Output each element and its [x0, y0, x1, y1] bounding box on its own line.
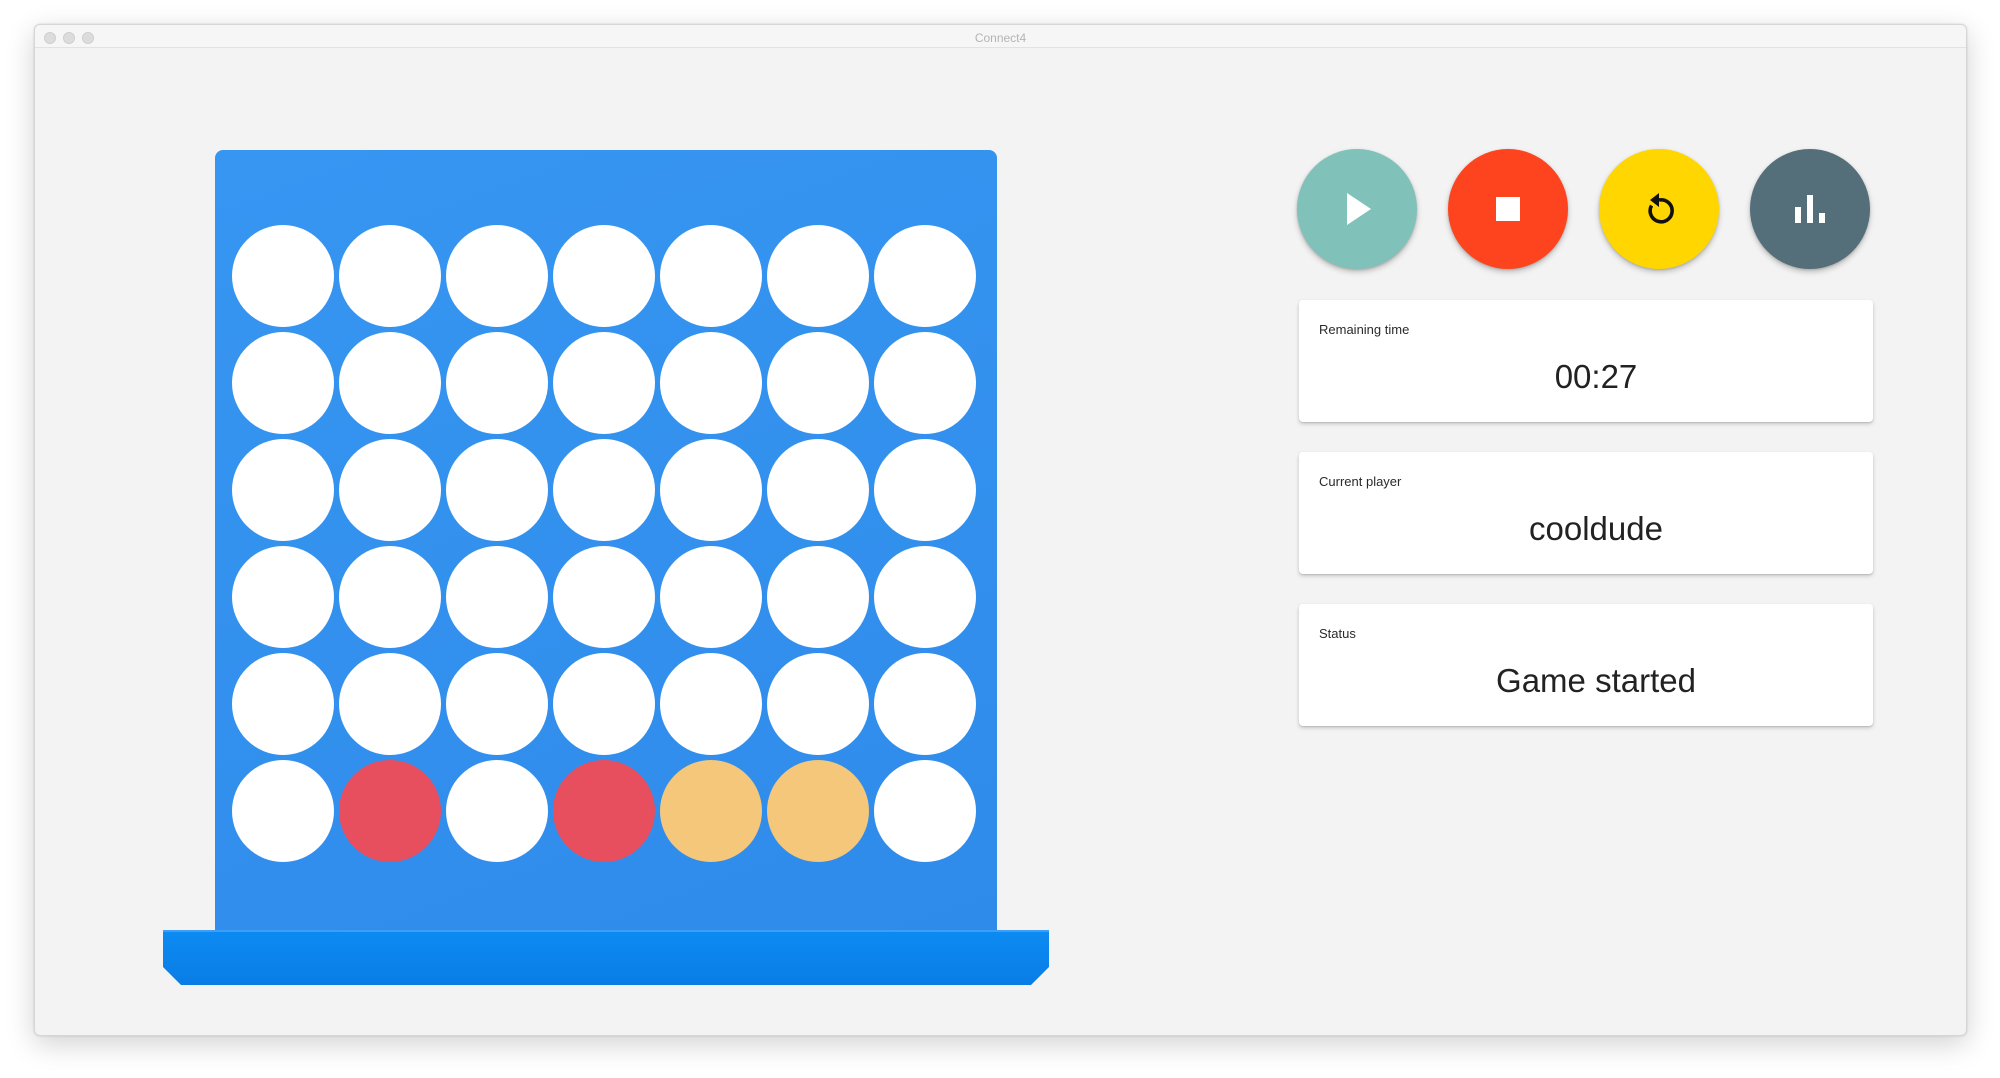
board-cell-empty[interactable] [553, 439, 655, 541]
board-cell-empty[interactable] [874, 439, 976, 541]
play-button[interactable] [1297, 149, 1417, 269]
board-cell-empty[interactable] [767, 653, 869, 755]
board-cell-empty[interactable] [232, 332, 334, 434]
board-cell-empty[interactable] [874, 332, 976, 434]
board-cell-empty[interactable] [660, 332, 762, 434]
board-cell-empty[interactable] [446, 332, 548, 434]
board-cell-empty[interactable] [660, 653, 762, 755]
board-cell-empty[interactable] [232, 439, 334, 541]
board-cell-empty[interactable] [874, 225, 976, 327]
bar-chart-icon [1795, 195, 1825, 223]
board-cell-empty[interactable] [339, 225, 441, 327]
board-cell-empty[interactable] [232, 225, 334, 327]
board-cell-empty[interactable] [660, 546, 762, 648]
play-icon [1347, 193, 1371, 225]
current-player-value: cooldude [1529, 510, 1663, 547]
board-cell-red-disc[interactable] [553, 760, 655, 862]
game-board [215, 150, 997, 932]
board-cell-empty[interactable] [767, 546, 869, 648]
board-cell-yellow-disc[interactable] [767, 760, 869, 862]
board-cell-empty[interactable] [232, 653, 334, 755]
board-cell-empty[interactable] [553, 225, 655, 327]
board-cell-empty[interactable] [553, 546, 655, 648]
status-label: Status [1319, 626, 1356, 641]
board-cell-empty[interactable] [553, 653, 655, 755]
title-bar: Connect4 [35, 25, 1966, 48]
restart-icon [1648, 193, 1674, 224]
board-cell-empty[interactable] [339, 439, 441, 541]
restart-button[interactable] [1599, 149, 1719, 269]
board-cell-empty[interactable] [339, 332, 441, 434]
stop-button[interactable] [1448, 149, 1568, 269]
board-cell-empty[interactable] [874, 546, 976, 648]
stats-button[interactable] [1750, 149, 1870, 269]
board-cell-empty[interactable] [339, 546, 441, 648]
remaining-time-value: 00:27 [1554, 358, 1638, 395]
board-cell-empty[interactable] [767, 439, 869, 541]
board-cell-empty[interactable] [446, 760, 548, 862]
board-cell-empty[interactable] [446, 653, 548, 755]
board-cell-empty[interactable] [232, 760, 334, 862]
board-cell-empty[interactable] [874, 653, 976, 755]
board-cell-empty[interactable] [767, 332, 869, 434]
board-cell-empty[interactable] [232, 546, 334, 648]
board-cell-red-disc[interactable] [339, 760, 441, 862]
board-cell-empty[interactable] [553, 332, 655, 434]
board-cell-empty[interactable] [767, 225, 869, 327]
status-value: Game started [1496, 662, 1696, 699]
current-player-card: Current player cooldude [1299, 452, 1873, 574]
board-cell-empty[interactable] [339, 653, 441, 755]
app-window: Connect4 Remaining time 00:27 Current pl… [34, 24, 1967, 1036]
board-cell-empty[interactable] [446, 546, 548, 648]
board-cell-empty[interactable] [660, 439, 762, 541]
remaining-time-label: Remaining time [1319, 322, 1410, 337]
stop-icon [1496, 197, 1520, 221]
current-player-label: Current player [1319, 474, 1402, 489]
board-cell-yellow-disc[interactable] [660, 760, 762, 862]
board-cell-empty[interactable] [446, 439, 548, 541]
board-cell-empty[interactable] [446, 225, 548, 327]
remaining-time-card: Remaining time 00:27 [1299, 300, 1873, 422]
board-cell-empty[interactable] [874, 760, 976, 862]
board-base [163, 930, 1049, 985]
status-card: Status Game started [1299, 604, 1873, 726]
board-cell-empty[interactable] [660, 225, 762, 327]
window-title: Connect4 [974, 31, 1027, 45]
